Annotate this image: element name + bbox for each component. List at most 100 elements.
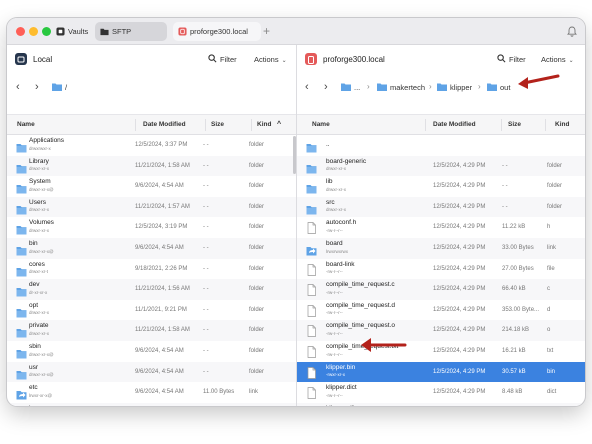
file-kind: o — [547, 327, 551, 334]
table-row[interactable]: board-generic drwxr-xr-x 12/5/2024, 4:29 P… — [297, 155, 585, 177]
table-row[interactable]: board lrwxrwxrwx 12/5/2024, 4:29 PM 33.00 B… — [297, 238, 585, 259]
forward-button[interactable]: › — [324, 81, 328, 93]
table-row[interactable]: .. — [297, 135, 585, 156]
table-row[interactable]: cores drwxr-xr-t 9/18/2021, 2:26 PM - - fold… — [7, 259, 296, 280]
tab-proforge[interactable]: proforge300.local — [173, 22, 261, 41]
crumb-makertech[interactable]: makertech — [377, 83, 425, 93]
file-permissions: -rw-r--r-- — [326, 392, 343, 398]
local-filter-button[interactable]: Filter — [208, 45, 237, 74]
file-icon — [306, 283, 317, 297]
table-row[interactable]: bin drwxr-xr-x@ 9/6/2024, 4:54 AM - - folder — [7, 238, 296, 259]
column-divider[interactable] — [545, 119, 546, 131]
file-date: 12/5/2024, 4:29 PM — [433, 348, 486, 354]
folder-icon — [377, 83, 387, 91]
zoom-window-button[interactable] — [42, 27, 51, 36]
table-row[interactable]: private drwxr-xr-x 11/21/2024, 1:58 AM - - f… — [7, 320, 296, 341]
col-size[interactable]: Size — [211, 115, 224, 135]
actions-label: Actions — [541, 55, 566, 64]
table-row[interactable]: Volumes drwxr-xr-x 12/5/2024, 3:19 PM - - fo… — [7, 217, 296, 238]
tab-sftp[interactable]: SFTP — [95, 22, 167, 41]
table-row[interactable]: Users drwxr-xr-x 11/21/2024, 1:57 AM - - fol… — [7, 196, 296, 218]
bell-icon[interactable] — [567, 26, 577, 37]
col-name[interactable]: Name — [312, 115, 330, 135]
folder-icon — [306, 140, 317, 153]
table-row[interactable]: System drwxr-xr-x@ 9/6/2024, 4:54 AM - - fol… — [7, 176, 296, 197]
table-row[interactable]: homelrwxr-xr-x11/21/2024, 1:58 AM25.00 B… — [7, 402, 296, 406]
table-row[interactable]: dev dr-xr-xr-x 11/21/2024, 1:56 AM - - folde… — [7, 279, 296, 300]
file-name: home — [29, 405, 45, 406]
col-date[interactable]: Date Modified — [433, 115, 476, 135]
file-permissions: -rw-r--r-- — [326, 289, 343, 295]
file-date: 12/5/2024, 4:29 PM — [433, 265, 486, 272]
new-tab-button[interactable]: + — [263, 22, 270, 41]
col-date[interactable]: Date Modified — [143, 115, 186, 135]
table-row[interactable]: Library drwxr-xr-x 11/21/2024, 1:58 AM - - f… — [7, 155, 296, 177]
file-name: Volumes — [29, 219, 54, 227]
table-row[interactable]: opt drwxr-xr-x 11/1/2021, 9:21 PM - - folder — [7, 300, 296, 321]
close-window-button[interactable] — [16, 27, 25, 36]
local-title: Local — [33, 55, 53, 64]
col-size[interactable]: Size — [508, 115, 521, 135]
table-row[interactable]: autoconf.h -rw-r--r-- 12/5/2024, 4:29 PM 11… — [297, 217, 585, 238]
file-size: 11.22 kB — [502, 224, 526, 231]
col-kind[interactable]: Kind — [257, 115, 271, 135]
tab-label: proforge300.local — [190, 27, 248, 36]
column-divider[interactable] — [425, 119, 426, 131]
table-row[interactable]: Applications drwxrwxr-x 12/5/2024, 3:37 PM… — [7, 135, 296, 156]
column-divider[interactable] — [135, 119, 136, 131]
file-kind: dict — [547, 389, 557, 396]
table-row[interactable]: board-link -rw-r--r-- 12/5/2024, 4:29 PM 27… — [297, 259, 585, 280]
file-size: 353.00 Byte... — [502, 306, 540, 313]
column-divider[interactable] — [205, 119, 206, 131]
crumb-ellipsis[interactable]: ... — [341, 83, 360, 93]
file-date: 12/5/2024, 4:29 PM — [433, 203, 486, 210]
link-icon — [306, 243, 317, 256]
local-breadcrumb: ‹ › / — [7, 72, 296, 104]
file-name: compile_time_request.o — [326, 322, 396, 330]
chevron-down-icon: ⌄ — [568, 58, 574, 64]
table-row-selected[interactable]: klipper.bin -rwxr-xr-x 12/5/2024, 4:29 PM 3… — [297, 361, 585, 383]
table-row[interactable]: src drwxr-xr-x 12/5/2024, 4:29 PM - - folder — [297, 196, 585, 218]
table-row[interactable]: sbin drwxr-xr-x@ 9/6/2024, 4:54 AM - - folde… — [7, 341, 296, 362]
table-row[interactable]: usr drwxr-xr-x@ 9/6/2024, 4:54 AM - - folder — [7, 361, 296, 383]
local-column-header: Name Date Modified Size Kind ^ — [7, 114, 296, 135]
table-row[interactable]: compile_time_request.txt -rw-r--r-- 12/5/2… — [297, 341, 585, 362]
table-row[interactable]: compile_time_request.c -rw-r--r-- 12/5/202… — [297, 279, 585, 300]
folder-icon — [306, 202, 317, 215]
folder-icon — [100, 28, 109, 36]
file-name: Library — [29, 157, 49, 165]
file-date: 11/21/2024, 1:58 AM — [135, 403, 190, 406]
file-name: dev — [29, 281, 40, 289]
tab-vaults[interactable]: Vaults — [51, 22, 93, 41]
back-button[interactable]: ‹ — [16, 81, 20, 93]
column-divider[interactable] — [251, 119, 252, 131]
crumb-out[interactable]: out — [487, 83, 510, 93]
file-icon — [306, 221, 317, 235]
col-name[interactable]: Name — [17, 115, 35, 135]
col-kind[interactable]: Kind — [555, 115, 569, 135]
folder-icon — [341, 83, 351, 91]
file-permissions: drwxr-xr-x@ — [29, 372, 54, 378]
file-kind: folder — [249, 142, 265, 148]
table-row[interactable]: compile_time_request.d -rw-r--r-- 12/5/202… — [297, 300, 585, 321]
file-name: lib — [326, 178, 333, 186]
table-row[interactable]: lib drwxr-xr-x 12/5/2024, 4:29 PM - - folder — [297, 176, 585, 197]
minimize-window-button[interactable] — [29, 27, 38, 36]
file-permissions: drwxr-xr-x@ — [29, 351, 54, 357]
file-permissions: lrwxr-xr-x@ — [29, 392, 53, 398]
table-row[interactable]: klipper.dict -rw-r--r-- 12/5/2024, 4:29 PM… — [297, 382, 585, 403]
back-button[interactable]: ‹ — [305, 81, 309, 93]
forward-button[interactable]: › — [35, 81, 39, 93]
crumb-root[interactable]: / — [52, 83, 67, 93]
column-divider[interactable] — [501, 119, 502, 131]
file-kind: folder — [547, 162, 563, 169]
folder-icon — [16, 243, 27, 256]
chevron-down-icon: ⌄ — [281, 58, 287, 64]
crumb-klipper[interactable]: klipper — [437, 83, 472, 93]
table-row[interactable]: etc lrwxr-xr-x@ 9/6/2024, 4:54 AM 11.00 Byt… — [7, 382, 296, 403]
remote-column-header: Name Date Modified Size Kind — [297, 114, 585, 135]
remote-pane: proforge300.local Filter Actions ⌄ ‹ › ..… — [297, 45, 585, 406]
table-row[interactable]: klipper.elf-rwxr-xr-x12/5/2024, 4:29 PM1… — [297, 402, 585, 406]
table-row[interactable]: compile_time_request.o -rw-r--r-- 12/5/202… — [297, 320, 585, 341]
file-date: 9/6/2024, 4:54 AM — [135, 183, 184, 190]
